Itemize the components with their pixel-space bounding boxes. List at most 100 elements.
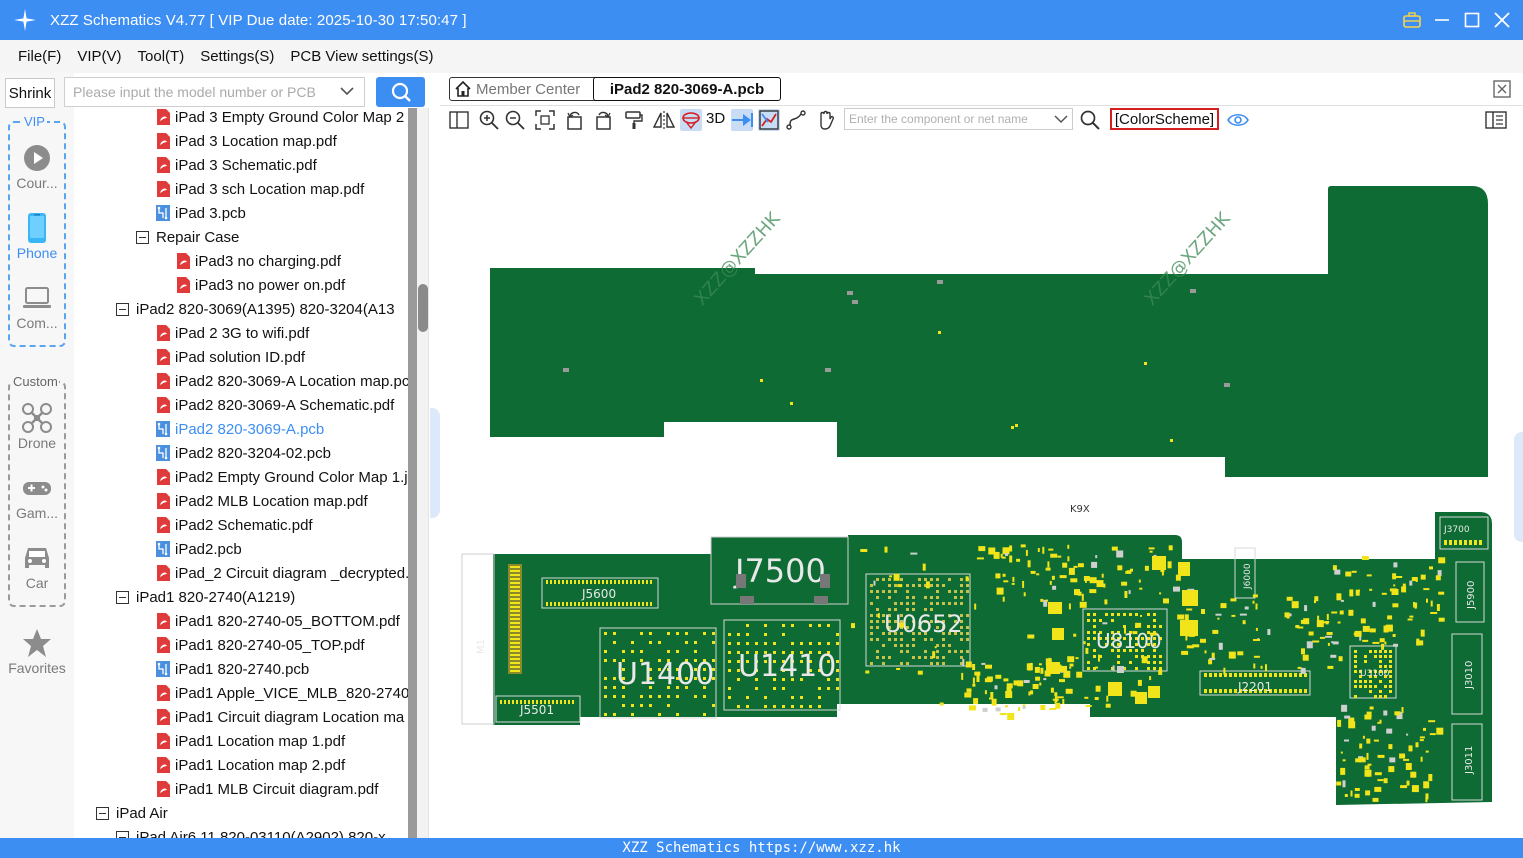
tree-file[interactable]: iPad1 Location map 2.pdf (156, 753, 345, 777)
pcb-pad (510, 598, 520, 600)
tree-file[interactable]: iPad 3 Location map.pdf (156, 129, 337, 153)
minimize-icon[interactable] (1433, 11, 1451, 29)
tree-file[interactable]: iPad1 Location map 1.pdf (156, 729, 345, 753)
rotate-left-icon[interactable] (564, 109, 586, 131)
pcb-board-view[interactable]: J7500 M1 J5600 J5501 U1400 U1410 U0652 U8100 J22… (440, 134, 1523, 838)
tree-file[interactable]: iPad 3 Schematic.pdf (156, 153, 317, 177)
nav-item-phone[interactable]: Phone (0, 213, 74, 273)
tree-file[interactable]: iPad solution ID.pdf (156, 345, 305, 369)
tree-file[interactable]: iPad 3.pcb (156, 201, 246, 225)
hand-pan-icon[interactable] (815, 109, 837, 131)
trace-view-icon[interactable] (758, 109, 780, 131)
color-scheme-button[interactable]: [ColorScheme] (1110, 108, 1219, 130)
pcb-smd-pad (1399, 753, 1406, 759)
menu-pcb-view-settings[interactable]: PCB View settings(S) (290, 48, 433, 65)
pcb-pad (1274, 673, 1277, 677)
collapse-toggle-icon[interactable] (116, 302, 129, 316)
net-highlight-icon[interactable] (680, 109, 702, 131)
menu-tool[interactable]: Tool(T) (138, 48, 185, 65)
fit-view-icon[interactable] (534, 109, 556, 131)
search-button[interactable] (376, 77, 425, 107)
tree-file[interactable]: iPad2 Schematic.pdf (156, 513, 313, 537)
split-view-icon[interactable] (448, 109, 470, 131)
chevron-down-icon[interactable] (340, 84, 354, 98)
paint-roller-icon[interactable] (623, 109, 645, 131)
eye-icon[interactable] (1227, 109, 1249, 131)
nav-item-car[interactable]: Car (0, 543, 74, 603)
pcb-canvas[interactable]: J7500 M1 J5600 J5501 U1400 U1410 U0652 U8100 J22… (440, 134, 1523, 838)
pcb-smd-pad (1023, 592, 1026, 597)
collapse-toggle-icon[interactable] (136, 230, 149, 244)
pcb-smd-pad (1228, 651, 1236, 659)
nav-item-computer[interactable]: Com... (0, 283, 74, 343)
tree-folder[interactable]: iPad Air6 11 820-03110(A2902) 820-x (116, 825, 386, 838)
tree-file[interactable]: iPad 3 sch Location map.pdf (156, 177, 364, 201)
collapse-toggle-icon[interactable] (116, 830, 129, 838)
nav-item-game[interactable]: Gam... (0, 473, 74, 533)
model-search-input[interactable]: Please input the model number or PCB (64, 77, 365, 107)
menu-file[interactable]: File(F) (18, 48, 61, 65)
tree-folder[interactable]: iPad Air (96, 801, 168, 825)
tree-file[interactable]: iPad2 820-3069-A Schematic.pdf (156, 393, 394, 417)
pin-arrow-icon[interactable] (731, 109, 753, 131)
tree-file[interactable]: iPad1 820-2740.pcb (156, 657, 309, 681)
panel-splitter[interactable] (428, 108, 440, 838)
route-curve-icon[interactable] (785, 109, 807, 131)
side-panel-toggle-icon[interactable] (1485, 109, 1507, 131)
nav-item-courses[interactable]: Cour... (0, 143, 74, 203)
tree-file[interactable]: iPad1 Apple_VICE_MLB_820-2740-/ (156, 681, 408, 705)
tree-file[interactable]: iPad1 Circuit diagram Location ma (156, 705, 404, 729)
mirror-flip-icon[interactable] (653, 109, 675, 131)
pcb-smd-pad (1117, 565, 1123, 571)
chevron-down-icon[interactable] (1054, 112, 1068, 126)
tree-file[interactable]: iPad 3 Empty Ground Color Map 2 (156, 108, 404, 129)
tree-file[interactable]: iPad3 no power on.pdf (176, 273, 345, 297)
tree-file[interactable]: iPad1 820-2740-05_BOTTOM.pdf (156, 609, 400, 633)
tree-file[interactable]: iPad2.pcb (156, 537, 242, 561)
zoom-out-icon[interactable] (504, 109, 526, 131)
close-icon[interactable] (1493, 11, 1511, 29)
rotate-right-icon[interactable] (592, 109, 614, 131)
menu-settings[interactable]: Settings(S) (200, 48, 274, 65)
tree-file[interactable]: iPad1 820-2740-05_TOP.pdf (156, 633, 365, 657)
toggle-3d-button[interactable]: 3D (706, 110, 725, 127)
tree-file[interactable]: iPad2 820-3204-02.pcb (156, 441, 331, 465)
pcb-smd-pad (1374, 772, 1382, 776)
pcb-smd-pad (1158, 669, 1163, 675)
tree-file[interactable]: iPad2 820-3069-A Location map.pc (156, 369, 408, 393)
collapse-toggle-icon[interactable] (116, 590, 129, 604)
collapse-right-handle[interactable] (1514, 432, 1523, 542)
menu-vip[interactable]: VIP(V) (77, 48, 121, 65)
shrink-button[interactable]: Shrink (5, 78, 55, 108)
tree-file[interactable]: iPad_2 Circuit diagram _decrypted. (156, 561, 408, 585)
pcb-smd-pad (1391, 589, 1399, 595)
status-bar: XZZ Schematics https://www.xzz.hk (0, 838, 1523, 858)
tree-folder[interactable]: iPad2 820-3069(A1395) 820-3204(A13 (116, 297, 395, 321)
tree-file[interactable]: iPad2 820-3069-A.pcb (156, 417, 324, 441)
nav-item-drone[interactable]: Drone (0, 403, 74, 463)
tree-file[interactable]: iPad2 MLB Location map.pdf (156, 489, 368, 513)
tree-scrollbar[interactable] (417, 108, 428, 838)
pcb-hole (852, 300, 858, 304)
tree-file[interactable]: iPad2 Empty Ground Color Map 1.j (156, 465, 408, 489)
tree-file[interactable]: iPad3 no charging.pdf (176, 249, 341, 273)
pcb-smd-pad (1374, 786, 1382, 792)
tree-scrollbar-thumb[interactable] (418, 284, 428, 332)
search-placeholder: Please input the model number or PCB (73, 84, 316, 100)
collapse-left-handle[interactable] (430, 408, 440, 518)
tree-folder[interactable]: Repair Case (136, 225, 239, 249)
pcb-bga-u1410-pad (827, 624, 830, 627)
tree-file[interactable]: iPad1 MLB Circuit diagram.pdf (156, 777, 378, 801)
briefcase-icon[interactable] (1403, 11, 1421, 29)
zoom-in-icon[interactable] (478, 109, 500, 131)
close-tab-icon[interactable] (1493, 80, 1511, 103)
nav-item-favorites[interactable]: Favorites (0, 628, 74, 688)
tab-active-pcb[interactable]: iPad2 820-3069-A.pcb (593, 77, 781, 101)
component-search-input[interactable]: Enter the component or net name (844, 108, 1073, 130)
collapse-toggle-icon[interactable] (96, 806, 109, 820)
tree-file[interactable]: iPad 2 3G to wifi.pdf (156, 321, 309, 345)
pcb-bga-u0652-pad (948, 650, 951, 653)
component-search-icon[interactable] (1079, 109, 1101, 131)
maximize-icon[interactable] (1463, 11, 1481, 29)
tree-folder[interactable]: iPad1 820-2740(A1219) (116, 585, 295, 609)
